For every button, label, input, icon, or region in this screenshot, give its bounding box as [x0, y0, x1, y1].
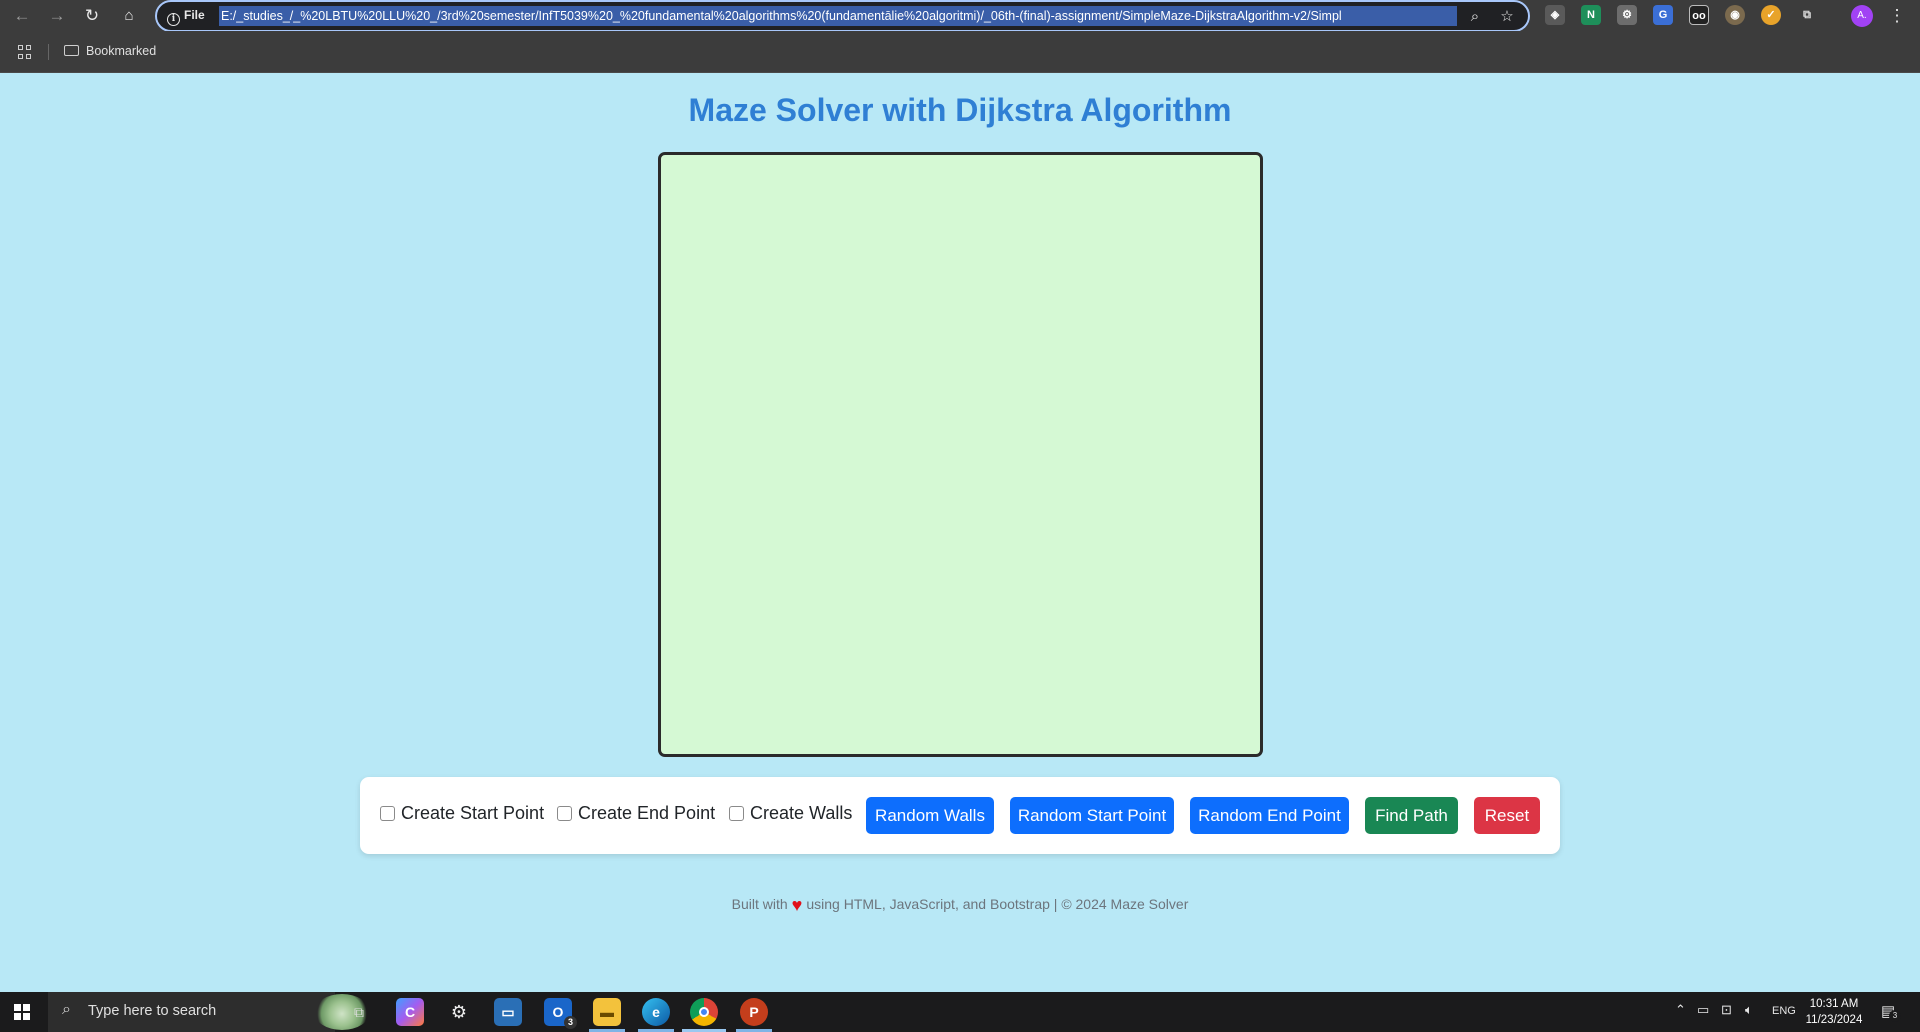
page-title: Maze Solver with Dijkstra Algorithm [688, 92, 1232, 128]
task-view-icon[interactable]: ⧉ [345, 998, 373, 1026]
random-walls-button[interactable]: Random Walls [866, 797, 994, 834]
windows-taskbar: ⌕ Type here to search ⧉ C ⚙ ▭ O3 ▬ e P ⌃… [0, 992, 1920, 1032]
ublock-icon[interactable]: ◈ [1545, 5, 1565, 25]
bookmark-star-icon[interactable]: ☆ [1497, 7, 1517, 27]
create-walls-checkbox[interactable]: Create Walls [729, 803, 852, 824]
random-start-button[interactable]: Random Start Point [1010, 797, 1174, 834]
language-indicator[interactable]: ENG [1772, 1005, 1796, 1017]
checkbox-box[interactable] [557, 806, 572, 821]
notion-icon[interactable]: N [1581, 5, 1601, 25]
notification-badge: 3 [1889, 1010, 1901, 1022]
create-start-checkbox[interactable]: Create Start Point [380, 803, 544, 824]
menu-kebab-icon[interactable]: ⋮ [1885, 4, 1909, 28]
address-bar[interactable]: i File E:/_studies_/_%20LBTU%20LLU%20_/3r… [155, 0, 1530, 32]
chrome-icon[interactable] [690, 998, 718, 1026]
search-icon: ⌕ [62, 1001, 71, 1018]
gear-ext-icon[interactable]: ⚙ [1617, 5, 1637, 25]
url-text[interactable]: E:/_studies_/_%20LBTU%20LLU%20_/3rd%20se… [219, 6, 1457, 26]
outlook-icon[interactable]: O3 [544, 998, 577, 1029]
find-path-button[interactable]: Find Path [1365, 797, 1458, 834]
bookmarks-bar: Bookmarked [0, 31, 1920, 73]
volume-icon[interactable]: 🔈︎ [1745, 1002, 1753, 1018]
forward-icon[interactable]: → [45, 4, 69, 28]
remote-desktop-icon[interactable]: ▭ [494, 998, 522, 1026]
info-icon: i [167, 13, 180, 26]
folder-icon [64, 45, 79, 56]
create-end-checkbox[interactable]: Create End Point [557, 803, 715, 824]
bookmark-divider [48, 44, 49, 60]
bookmark-folder-label: Bookmarked [86, 44, 157, 58]
site-info-chip[interactable]: i File [167, 8, 205, 26]
windows-start-icon[interactable] [14, 1004, 30, 1020]
footer-suffix: using HTML, JavaScript, and Bootstrap | … [806, 896, 1189, 912]
outlook-badge: 3 [564, 1016, 577, 1029]
controls-panel: Create Start Point Create End Point Crea… [360, 777, 1560, 854]
notification-icon[interactable]: ▤ 3 [1881, 1002, 1901, 1022]
bookmark-folder[interactable]: Bookmarked [64, 44, 156, 58]
reset-button[interactable]: Reset [1474, 797, 1540, 834]
create-start-label: Create Start Point [401, 803, 545, 823]
apps-grid-icon[interactable] [18, 45, 32, 59]
page-content: Maze Solver with Dijkstra Algorithm Crea… [0, 73, 1920, 992]
lens-icon[interactable]: ⌕ [1465, 7, 1485, 27]
random-end-button[interactable]: Random End Point [1190, 797, 1349, 834]
file-explorer-icon[interactable]: ▬ [593, 998, 621, 1026]
copilot-icon[interactable]: C [396, 998, 424, 1026]
network-icon[interactable]: ⊡ [1721, 1002, 1732, 1018]
taskbar-search[interactable]: ⌕ Type here to search [48, 992, 370, 1032]
edge-icon[interactable]: e [642, 998, 670, 1026]
heart-icon: ♥ [791, 895, 803, 915]
home-icon[interactable]: ⌂ [117, 4, 141, 28]
create-end-label: Create End Point [578, 803, 716, 823]
powerpoint-icon[interactable]: P [740, 998, 768, 1026]
globe-icon[interactable]: ◉ [1725, 5, 1745, 25]
checkbox-box[interactable] [380, 806, 395, 821]
tray-overflow-icon[interactable]: ⌃ [1675, 1002, 1686, 1018]
speed-icon[interactable]: ✓ [1761, 5, 1781, 25]
puzzle-icon[interactable]: ⧉ [1797, 5, 1817, 25]
clock-time: 10:31 AM [1809, 998, 1859, 1010]
back-icon[interactable]: ← [10, 4, 34, 28]
translate-icon[interactable]: G [1653, 5, 1673, 25]
taskbar-search-placeholder: Type here to search [88, 1003, 217, 1019]
page-footer: Built with ♥ using HTML, JavaScript, and B… [0, 895, 1920, 916]
checkbox-box[interactable] [729, 806, 744, 821]
url-scheme-label: File [184, 8, 205, 22]
maze-grid[interactable] [658, 152, 1263, 757]
footer-prefix: Built with [731, 896, 788, 912]
battery-icon[interactable]: ▭ [1697, 1002, 1709, 1018]
create-walls-label: Create Walls [750, 803, 853, 823]
settings-icon[interactable]: ⚙ [445, 998, 473, 1026]
browser-toolbar: ← → ↻ ⌂ i File E:/_studies_/_%20LBTU%20LL… [0, 0, 1920, 32]
reload-icon[interactable]: ↻ [80, 4, 104, 28]
taskbar-clock[interactable]: 10:31 AM 11/23/2024 [1804, 996, 1864, 1028]
glasses-icon[interactable]: oo [1689, 5, 1709, 25]
profile-avatar[interactable]: A. [1851, 5, 1873, 27]
clock-date: 11/23/2024 [1805, 1014, 1863, 1026]
